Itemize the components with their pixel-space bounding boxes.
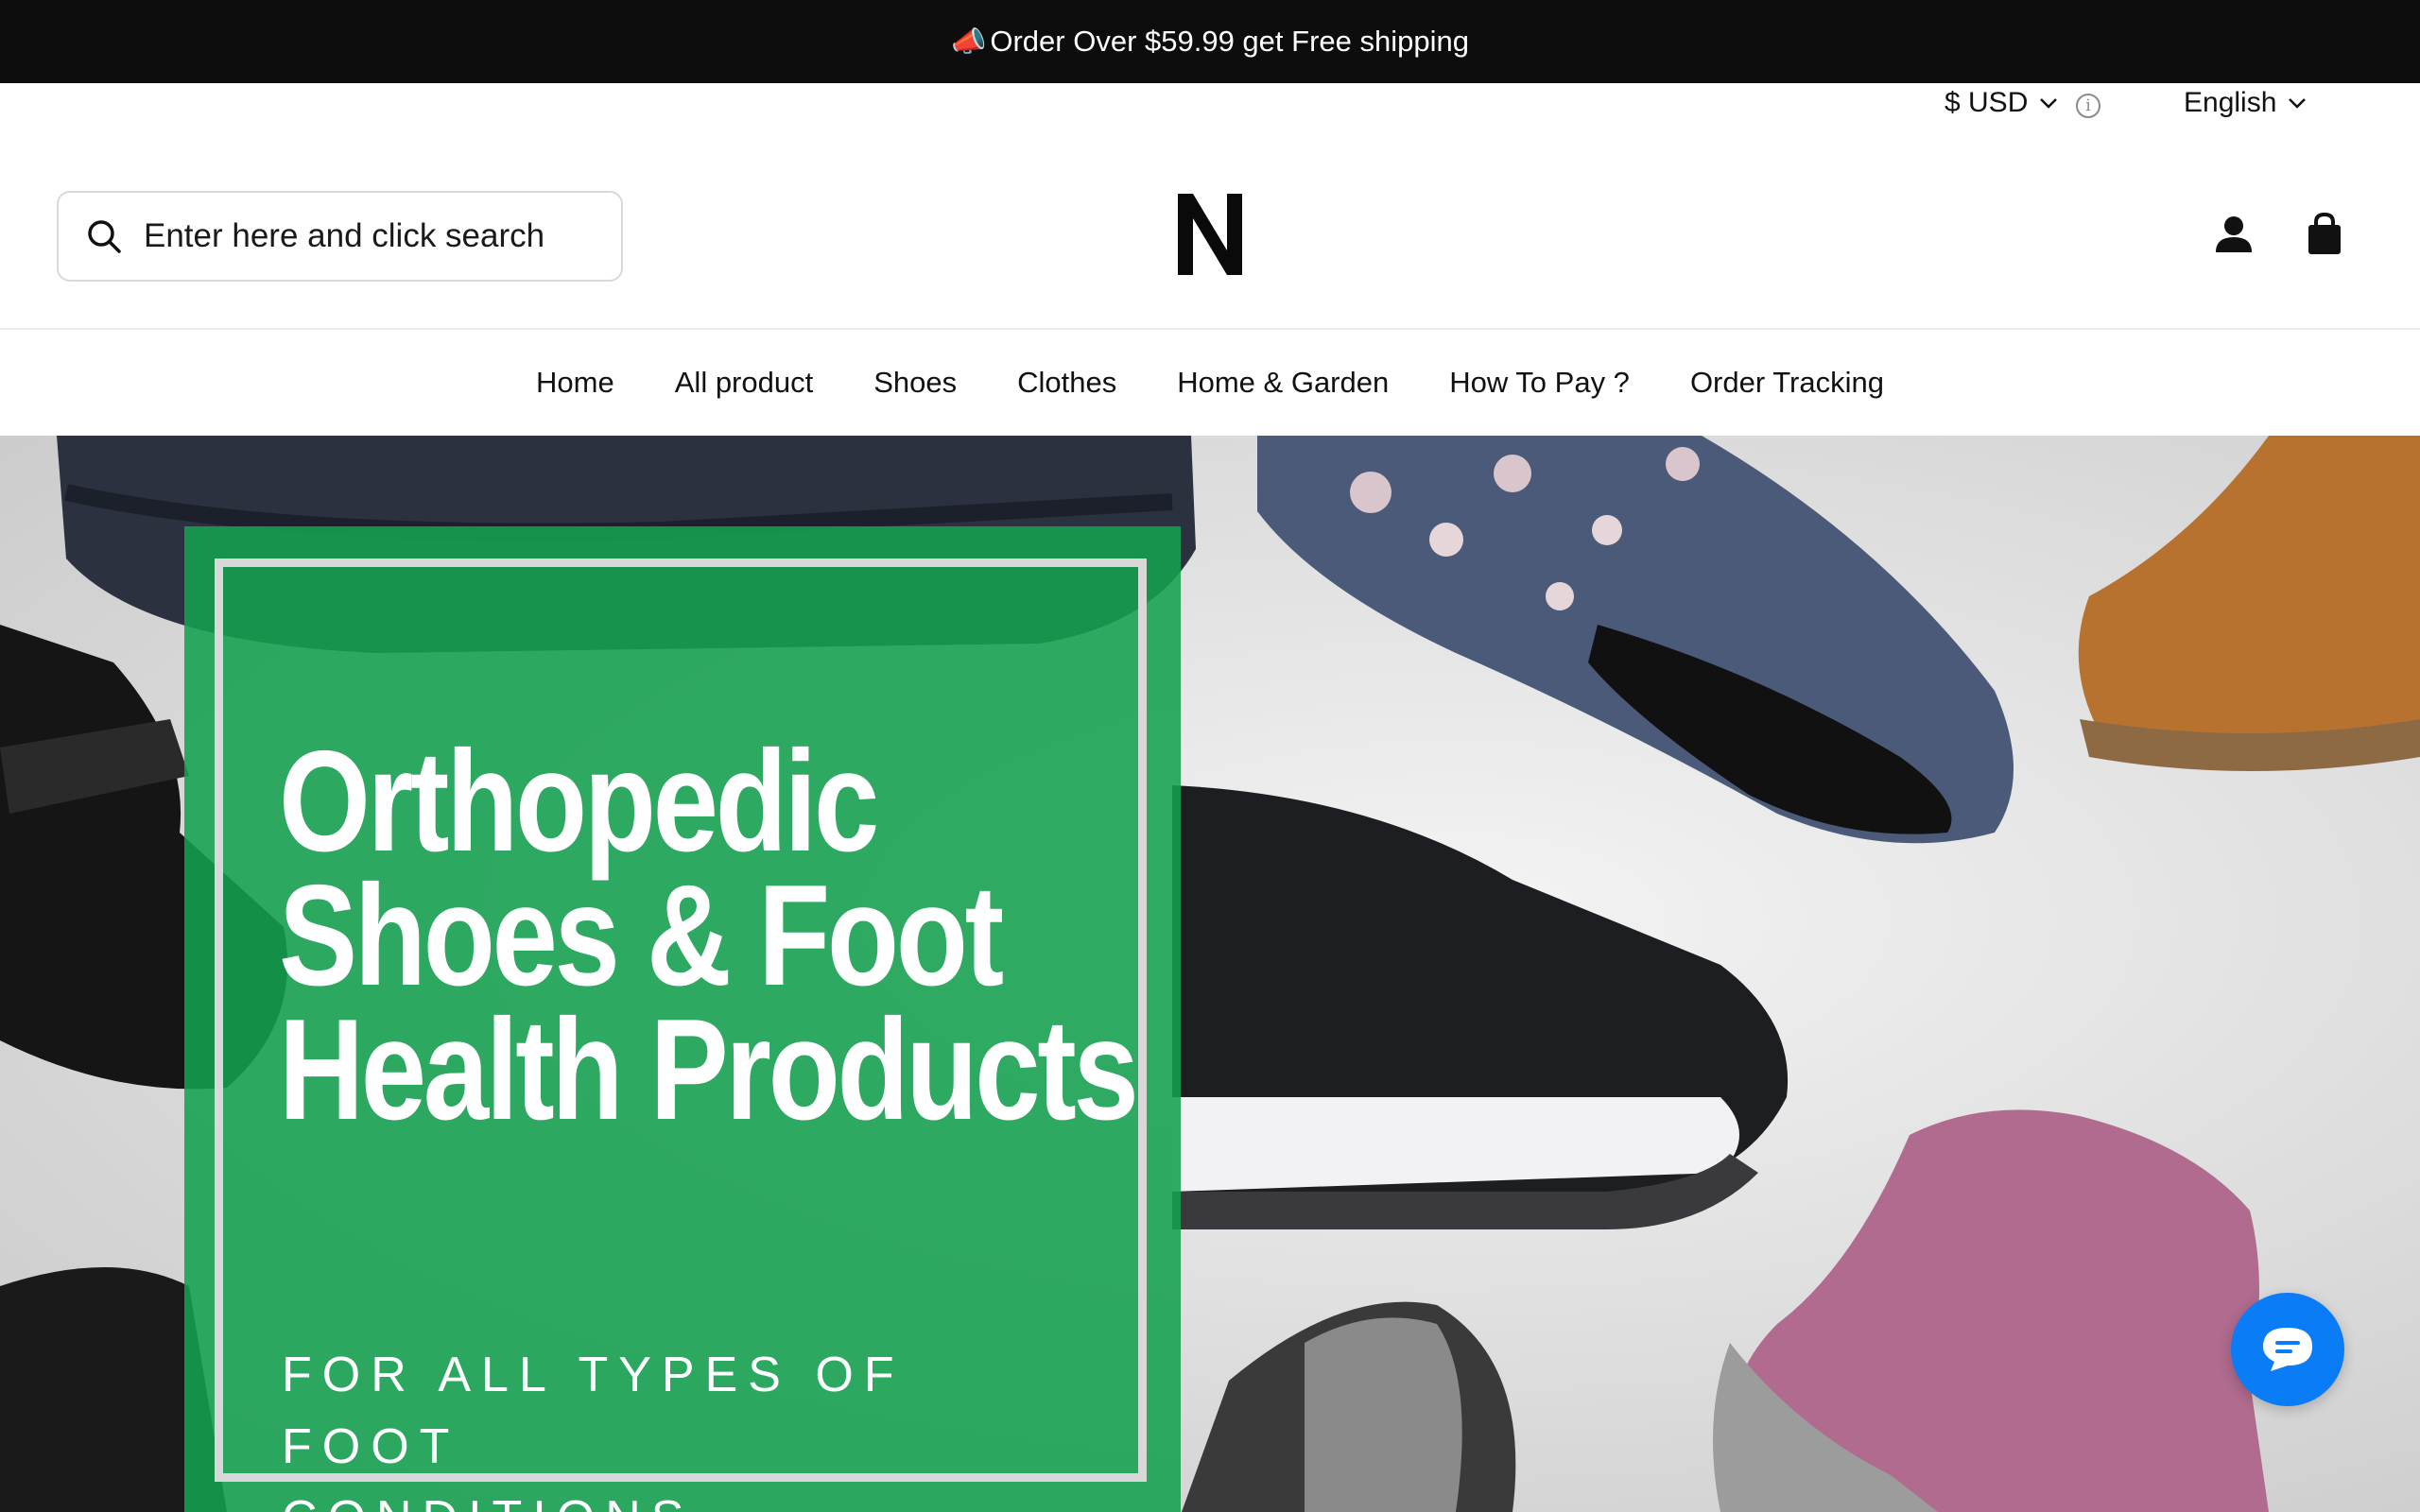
language-label: English — [2184, 87, 2277, 118]
hero-title-line: Shoes & Foot — [279, 855, 1004, 1016]
nav-item-shoes[interactable]: Shoes — [873, 366, 957, 400]
hero-subtitle: FOR ALL TYPES OF FOOT CONDITIONS — [282, 1339, 1066, 1512]
announcement-text: Order Over $59.99 get Free shipping — [990, 25, 1469, 58]
search-icon[interactable] — [85, 217, 123, 255]
nav-item-all-product[interactable]: All product — [675, 366, 813, 400]
currency-selector[interactable]: $ USD — [1945, 87, 2058, 119]
chat-widget-button[interactable] — [2231, 1293, 2344, 1406]
nav-item-how-to-pay[interactable]: How To Pay ? — [1449, 366, 1630, 400]
promo-panel: Orthopedic Shoes & Foot Health Products … — [184, 526, 1181, 1512]
nav-item-home-garden[interactable]: Home & Garden — [1177, 366, 1389, 400]
info-icon[interactable]: i — [2076, 94, 2100, 118]
currency-label: $ USD — [1945, 87, 2029, 118]
chat-bubble-icon — [2263, 1328, 2312, 1371]
chevron-down-icon — [2289, 98, 2307, 109]
search-input[interactable] — [144, 217, 579, 255]
nav-item-order-tracking[interactable]: Order Tracking — [1690, 366, 1884, 400]
nav-item-home[interactable]: Home — [536, 366, 614, 400]
search-box[interactable] — [57, 191, 623, 282]
account-icon[interactable] — [2212, 213, 2256, 256]
main-nav: Home All product Shoes Clothes Home & Ga… — [0, 330, 2420, 436]
hero-banner[interactable]: Orthopedic Shoes & Foot Health Products … — [0, 436, 2420, 1512]
hero-title-line: Orthopedic — [279, 721, 879, 882]
language-selector[interactable]: English — [2184, 87, 2307, 119]
cart-icon[interactable] — [2303, 213, 2346, 256]
hero-subtitle-line: CONDITIONS — [282, 1491, 694, 1512]
nav-item-clothes[interactable]: Clothes — [1017, 366, 1116, 400]
megaphone-icon: 📣 — [951, 26, 987, 58]
hero-title-line: Health Products — [279, 989, 1139, 1150]
utility-bar: $ USD i English — [0, 83, 2420, 127]
hero-subtitle-line: FOR ALL TYPES OF FOOT — [282, 1348, 905, 1474]
store-logo[interactable] — [1176, 192, 1244, 277]
hero-title: Orthopedic Shoes & Foot Health Products — [279, 721, 1139, 1150]
chevron-down-icon — [2040, 98, 2058, 109]
announcement-bar: 📣 Order Over $59.99 get Free shipping — [0, 0, 2420, 83]
